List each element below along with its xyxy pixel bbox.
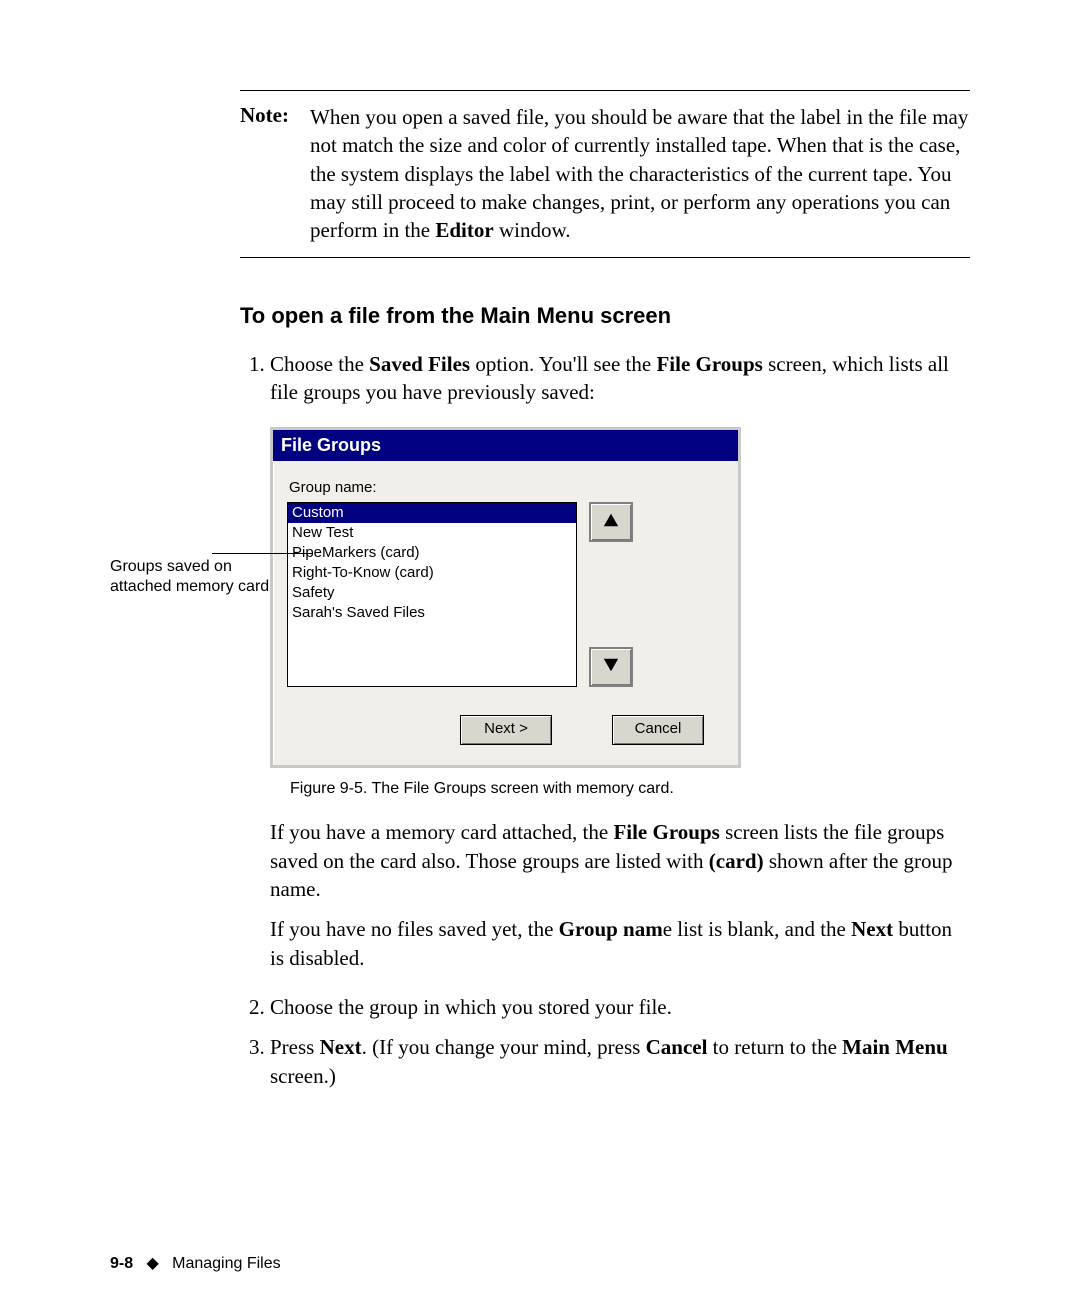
- list-item[interactable]: New Test: [288, 523, 576, 543]
- page-footer: 9-8 ◆ Managing Files: [110, 1253, 281, 1273]
- callout-text: Groups saved on attached memory card: [110, 558, 269, 595]
- p2-c: e list is blank, and the: [663, 917, 851, 941]
- s3-d: Cancel: [646, 1035, 708, 1059]
- figure-row: Groups saved on attached memory card Fil…: [110, 427, 970, 768]
- footer-diamond-icon: ◆: [146, 1255, 158, 1272]
- steps-list-continued: Choose the group in which you stored you…: [240, 993, 970, 1090]
- list-item[interactable]: Safety: [288, 583, 576, 603]
- p1-d: (card): [709, 849, 764, 873]
- p1-a: If you have a memory card attached, the: [270, 820, 613, 844]
- step1-a: Choose the: [270, 352, 369, 376]
- scroll-down-button[interactable]: [589, 647, 633, 687]
- step-1: Choose the Saved Files option. You'll se…: [270, 350, 970, 407]
- list-item[interactable]: PipeMarkers (card): [288, 543, 576, 563]
- next-button[interactable]: Next >: [460, 715, 552, 745]
- group-name-listbox[interactable]: Custom New Test PipeMarkers (card) Right…: [287, 502, 577, 687]
- scroll-up-button[interactable]: [589, 502, 633, 542]
- note-label: Note:: [240, 103, 310, 245]
- callout-label: Groups saved on attached memory card: [110, 427, 270, 597]
- cancel-button[interactable]: Cancel: [612, 715, 704, 745]
- note-block: Note: When you open a saved file, you sh…: [240, 90, 970, 258]
- note-editor-word: Editor: [435, 218, 493, 242]
- p2-d: Next: [851, 917, 893, 941]
- list-item[interactable]: Right-To-Know (card): [288, 563, 576, 583]
- s3-f: Main Menu: [842, 1035, 948, 1059]
- s3-g: screen.): [270, 1064, 336, 1088]
- steps-list: Choose the Saved Files option. You'll se…: [240, 350, 970, 407]
- callout-leader-line: [212, 553, 312, 554]
- footer-section-name: Managing Files: [172, 1255, 281, 1272]
- p1-b: File Groups: [613, 820, 719, 844]
- group-name-label: Group name:: [289, 479, 724, 496]
- step-3: Press Next. (If you change your mind, pr…: [270, 1033, 970, 1090]
- list-item[interactable]: Custom: [288, 503, 576, 523]
- section-heading: To open a file from the Main Menu screen: [240, 303, 970, 329]
- dialog-titlebar: File Groups: [273, 430, 738, 461]
- s3-a: Press: [270, 1035, 320, 1059]
- step1-c: option. You'll see the: [470, 352, 656, 376]
- paragraph-memory-card: If you have a memory card attached, the …: [270, 818, 970, 903]
- p2-a: If you have no files saved yet, the: [270, 917, 559, 941]
- note-text: When you open a saved file, you should b…: [310, 103, 970, 245]
- s3-b: Next: [320, 1035, 362, 1059]
- file-groups-dialog: File Groups Group name: Custom New Test …: [270, 427, 741, 768]
- note-text-leading: When you open a saved file, you should b…: [310, 105, 968, 242]
- triangle-down-icon: [602, 656, 620, 678]
- s3-c: . (If you change your mind, press: [362, 1035, 646, 1059]
- footer-page-number: 9-8: [110, 1255, 133, 1272]
- scroll-spinners: [589, 502, 633, 687]
- step1-d: File Groups: [656, 352, 762, 376]
- p2-b: Group nam: [559, 917, 663, 941]
- triangle-up-icon: [602, 511, 620, 533]
- s3-e: to return to the: [707, 1035, 842, 1059]
- list-item[interactable]: Sarah's Saved Files: [288, 603, 576, 623]
- paragraph-no-files: If you have no files saved yet, the Grou…: [270, 915, 970, 972]
- note-text-trailing: window.: [494, 218, 571, 242]
- step-2: Choose the group in which you stored you…: [270, 993, 970, 1021]
- figure-caption: Figure 9-5. The File Groups screen with …: [290, 780, 970, 798]
- step1-b: Saved Files: [369, 352, 470, 376]
